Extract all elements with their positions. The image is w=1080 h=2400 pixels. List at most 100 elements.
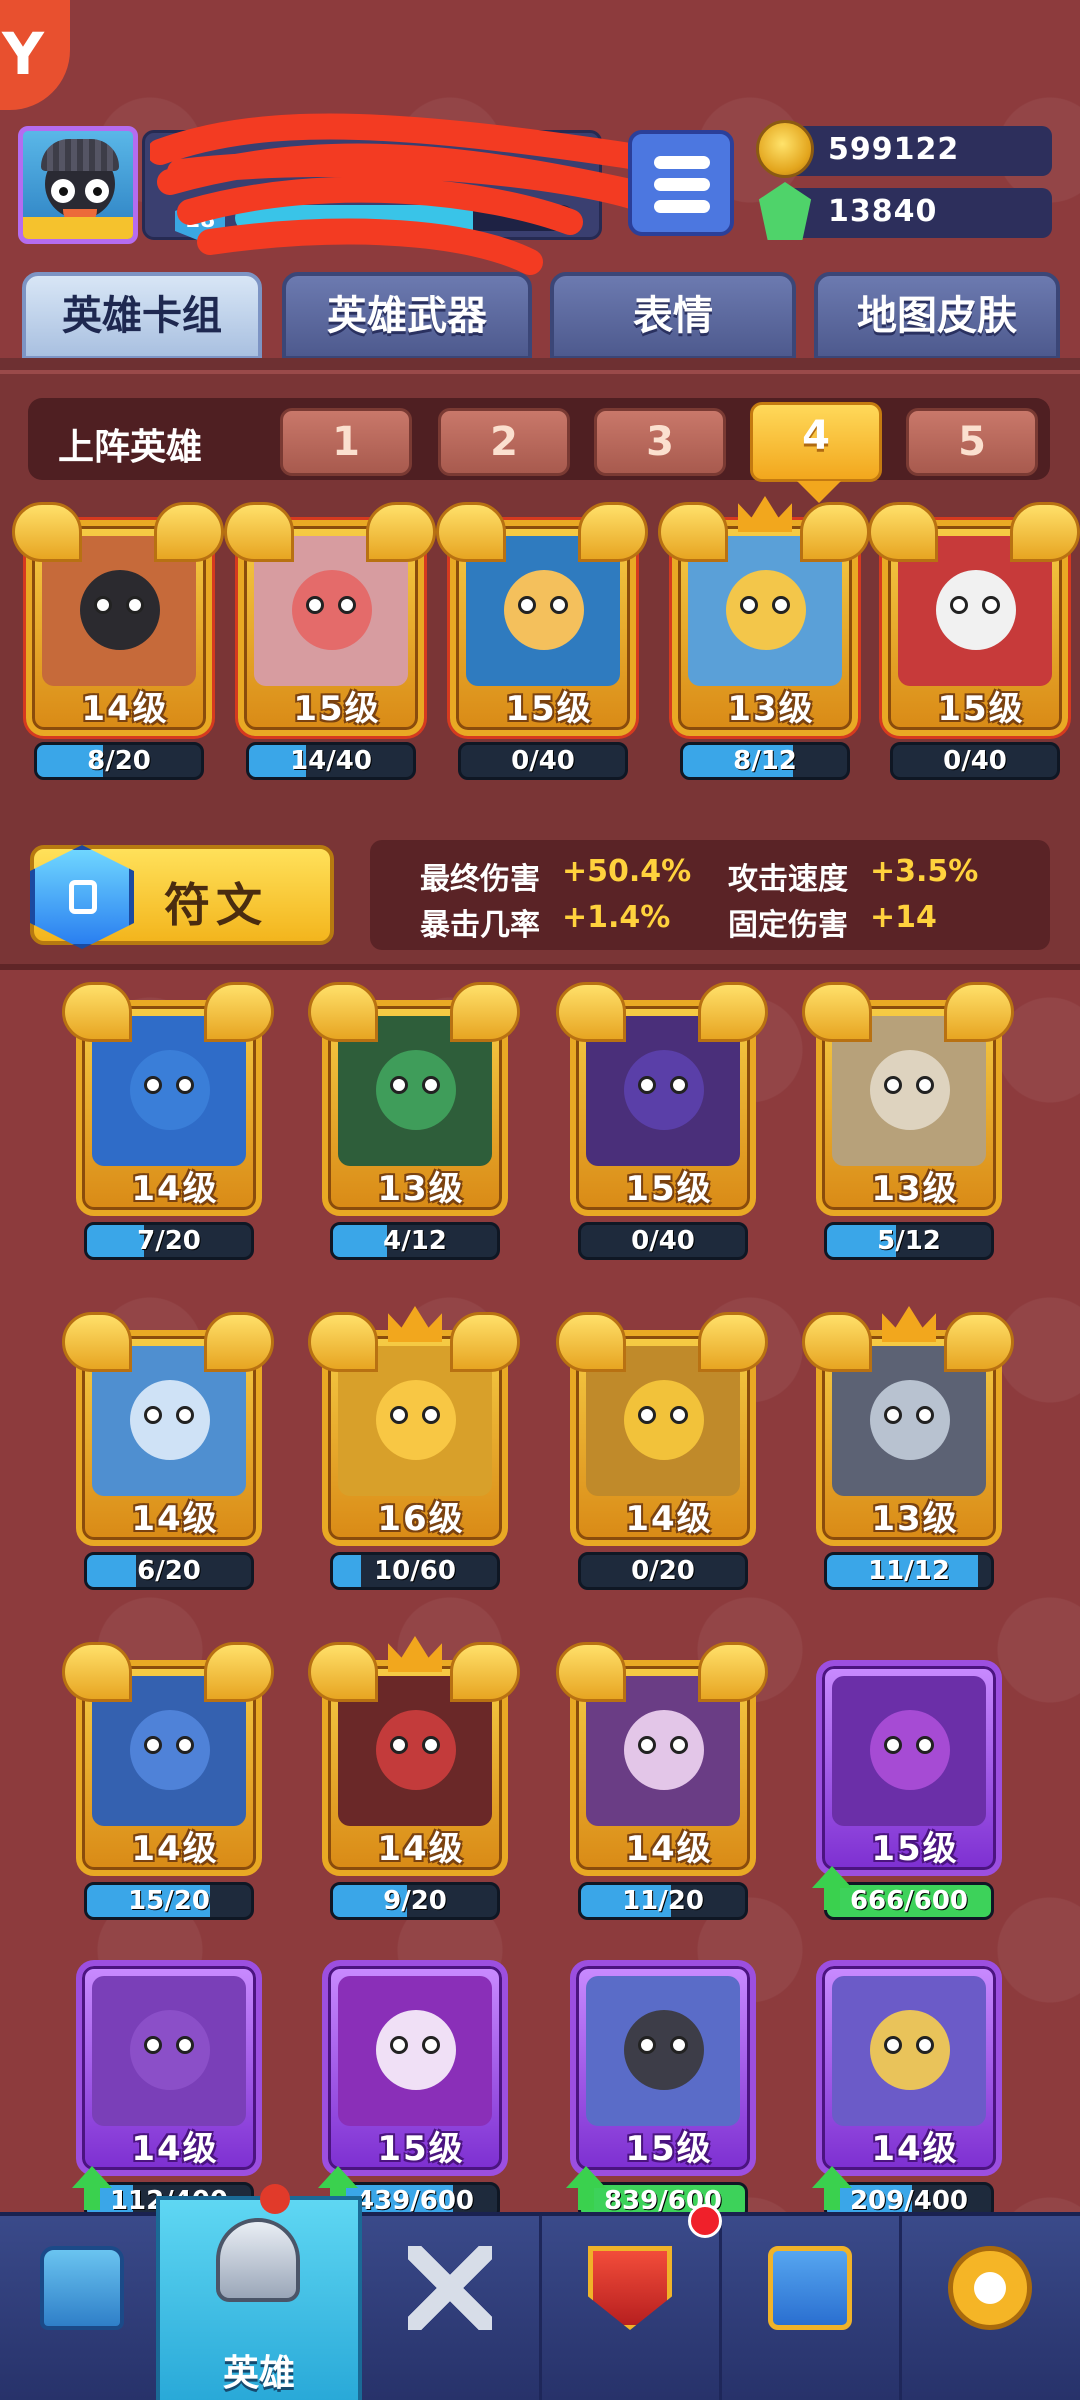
hero-level: 13级 <box>871 1169 959 1209</box>
hero-level: 15级 <box>937 689 1025 729</box>
hero-card-progress-text: 0/40 <box>511 746 575 776</box>
hero-card[interactable]: 14级 9/20 <box>308 1636 520 1926</box>
notification-dot <box>688 2204 722 2238</box>
hero-card[interactable]: 15级 0/40 <box>556 982 768 1266</box>
nav-social[interactable] <box>722 2216 902 2400</box>
nav-shop[interactable] <box>0 2216 180 2400</box>
nav-rank[interactable] <box>542 2216 722 2400</box>
hero-level: 16级 <box>377 1499 465 1539</box>
helmet-icon <box>216 2218 300 2302</box>
chest-icon <box>40 2246 124 2330</box>
team-slot-5[interactable]: 5 <box>906 408 1038 476</box>
rune-label: 符文 <box>164 878 268 932</box>
hero-card[interactable]: 15级 0/40 <box>436 502 648 786</box>
wing-ornament-icon <box>868 502 938 562</box>
hero-card-progress: 4/12 <box>330 1222 500 1260</box>
hero-portrait <box>586 1976 740 2126</box>
wing-ornament-icon <box>308 1642 378 1702</box>
nav-battle[interactable] <box>362 2216 542 2400</box>
gem-counter: 13840 <box>758 182 1052 240</box>
wing-ornament-icon <box>204 1312 274 1372</box>
player-info-panel[interactable]: 18 <box>142 130 602 241</box>
rune-button[interactable]: 符文 <box>30 845 334 949</box>
team-title: 上阵英雄 <box>58 427 203 468</box>
hero-card-progress: 14/40 <box>246 742 416 780</box>
hero-card[interactable]: 14级 11/20 <box>556 1642 768 1926</box>
wing-ornament-icon <box>698 982 768 1042</box>
hero-card-frame: 15级 <box>816 1660 1002 1876</box>
tab-emotes[interactable]: 表情 <box>550 272 796 360</box>
wing-ornament-icon <box>658 502 728 562</box>
team-slot-4[interactable]: 4 <box>750 402 882 503</box>
hero-card[interactable]: 15级 14/40 <box>224 502 436 786</box>
hero-portrait <box>338 1976 492 2126</box>
wing-ornament-icon <box>62 1642 132 1702</box>
hero-level: 15级 <box>377 2129 465 2169</box>
hero-card-progress: 6/20 <box>84 1552 254 1590</box>
hero-card-progress: 11/12 <box>824 1552 994 1590</box>
hero-card[interactable]: 14级 8/20 <box>12 502 224 786</box>
hero-card[interactable]: 16级 10/60 <box>308 1306 520 1596</box>
hero-card[interactable]: 15级 666/600 <box>812 1660 1002 1926</box>
hero-card[interactable]: 15级 839/600 <box>566 1960 756 2220</box>
team-stats: 最终伤害 +50.4% 攻击速度 +3.5% 暴击几率 +1.4% 固定伤害 +… <box>370 840 1050 950</box>
wing-ornament-icon <box>698 1642 768 1702</box>
hero-card[interactable]: 13级 8/12 <box>658 496 870 786</box>
wing-ornament-icon <box>450 1312 520 1372</box>
hero-card[interactable]: 13级 4/12 <box>308 982 520 1266</box>
nav-heroes[interactable]: 英雄 <box>156 2196 362 2400</box>
hero-card-progress-text: 8/20 <box>87 746 151 776</box>
hero-level: 14级 <box>625 1829 713 1869</box>
hero-level: 15级 <box>505 689 593 729</box>
hero-card-progress-text: 0/20 <box>631 1556 695 1586</box>
hero-card-frame: 15级 <box>570 1960 756 2176</box>
team-slot-1[interactable]: 1 <box>280 408 412 476</box>
hero-card-progress-text: 666/600 <box>849 1886 969 1916</box>
hero-portrait <box>92 1976 246 2126</box>
hero-card[interactable]: 15级 0/40 <box>868 502 1080 786</box>
nav-explore[interactable] <box>902 2216 1080 2400</box>
tab-hero-deck[interactable]: 英雄卡组 <box>22 272 262 360</box>
wing-ornament-icon <box>154 502 224 562</box>
wing-ornament-icon <box>204 982 274 1042</box>
swords-icon <box>408 2246 492 2330</box>
hero-portrait <box>832 1976 986 2126</box>
shield-icon <box>588 2246 672 2330</box>
hero-card-progress-text: 7/20 <box>137 1226 201 1256</box>
tab-map-skins[interactable]: 地图皮肤 <box>814 272 1060 360</box>
hero-card-progress: 11/20 <box>578 1882 748 1920</box>
hero-card-progress-text: 0/40 <box>631 1226 695 1256</box>
hero-card[interactable]: 13级 5/12 <box>802 982 1014 1266</box>
hero-card[interactable]: 15级 439/600 <box>318 1960 508 2220</box>
menu-button[interactable] <box>628 130 734 236</box>
hero-card[interactable]: 14级 7/20 <box>62 982 274 1266</box>
hero-card[interactable]: 13级 11/12 <box>802 1306 1014 1596</box>
hero-card[interactable]: 14级 15/20 <box>62 1642 274 1926</box>
wing-ornament-icon <box>578 502 648 562</box>
gem-icon <box>758 182 812 240</box>
coin-value: 599122 <box>828 132 960 167</box>
hero-level: 15级 <box>293 689 381 729</box>
team-slot-2[interactable]: 2 <box>438 408 570 476</box>
compass-icon <box>948 2246 1032 2330</box>
wing-ornament-icon <box>62 982 132 1042</box>
stat-value-attack-speed: +3.5% <box>870 854 979 889</box>
hero-card[interactable]: 14级 0/20 <box>556 1312 768 1596</box>
wing-ornament-icon <box>1010 502 1080 562</box>
wing-ornament-icon <box>450 982 520 1042</box>
wing-ornament-icon <box>436 502 506 562</box>
coin-icon <box>756 120 814 178</box>
hero-card[interactable]: 14级 6/20 <box>62 1312 274 1596</box>
hero-card-progress: 0/40 <box>890 742 1060 780</box>
hero-level: 14级 <box>131 1499 219 1539</box>
team-header: 上阵英雄 1 2 3 4 5 <box>28 398 1050 503</box>
hero-card[interactable]: 14级 209/400 <box>812 1960 1002 2220</box>
hero-card-progress: 5/12 <box>824 1222 994 1260</box>
overlay-logo-icon: Y <box>0 0 70 110</box>
hero-card[interactable]: 14级112/400 <box>72 1960 262 2220</box>
player-avatar[interactable] <box>18 126 138 244</box>
team-slot-3[interactable]: 3 <box>594 408 726 476</box>
tab-hero-weapons[interactable]: 英雄武器 <box>282 272 532 360</box>
rune-icon <box>30 845 134 949</box>
wing-ornament-icon <box>450 1642 520 1702</box>
